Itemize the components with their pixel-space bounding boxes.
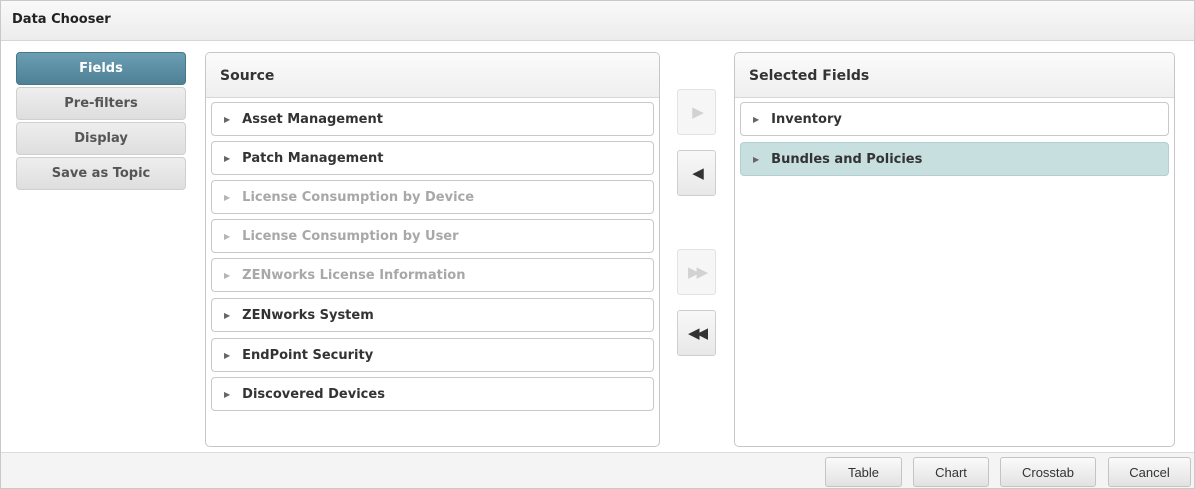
title-bar: Data Chooser (1, 1, 1194, 41)
nav-display[interactable]: Display (16, 122, 186, 155)
source-item-label: Patch Management (242, 150, 384, 166)
source-item-patch-management[interactable]: ▶ Patch Management (211, 141, 654, 175)
selected-item-label: Inventory (771, 111, 842, 127)
remove-field-button[interactable]: ◀ (677, 150, 716, 196)
source-item-label: ZENworks System (242, 307, 374, 323)
source-item-label: License Consumption by User (242, 228, 459, 244)
source-item-endpoint-security[interactable]: ▶ EndPoint Security (211, 338, 654, 372)
data-chooser-dialog: Data Chooser Fields Pre-filters Display … (0, 0, 1195, 489)
source-header: Source (206, 53, 659, 98)
expand-triangle-icon: ▶ (224, 350, 231, 360)
source-item-asset-management[interactable]: ▶ Asset Management (211, 102, 654, 136)
expand-triangle-icon: ▶ (224, 389, 231, 399)
source-item-label: Discovered Devices (242, 386, 385, 402)
source-item-license-consumption-device: ▶ License Consumption by Device (211, 180, 654, 214)
selected-fields-panel: Selected Fields ▶ Inventory ▶ Bundles an… (734, 52, 1175, 447)
selected-item-bundles-and-policies[interactable]: ▶ Bundles and Policies (740, 142, 1169, 176)
chart-button[interactable]: Chart (913, 457, 989, 487)
expand-triangle-icon: ▶ (224, 231, 231, 241)
arrow-left-icon: ◀ (692, 164, 703, 182)
expand-triangle-icon: ▶ (224, 153, 231, 163)
add-field-button[interactable]: ▶ (677, 89, 716, 135)
nav-pre-filters[interactable]: Pre-filters (16, 87, 186, 120)
source-item-zenworks-system[interactable]: ▶ ZENworks System (211, 298, 654, 332)
expand-triangle-icon: ▶ (753, 154, 760, 164)
expand-triangle-icon: ▶ (224, 192, 231, 202)
nav-save-as-topic[interactable]: Save as Topic (16, 157, 186, 190)
source-item-label: EndPoint Security (242, 347, 374, 363)
source-item-discovered-devices[interactable]: ▶ Discovered Devices (211, 377, 654, 411)
source-item-label: License Consumption by Device (242, 189, 475, 205)
cancel-button[interactable]: Cancel (1108, 457, 1191, 487)
source-item-label: Asset Management (242, 111, 383, 127)
selected-item-label: Bundles and Policies (771, 151, 923, 167)
selected-fields-header: Selected Fields (735, 53, 1174, 98)
double-arrow-right-icon: ▶▶ (687, 263, 708, 281)
selected-item-inventory[interactable]: ▶ Inventory (740, 102, 1169, 136)
expand-triangle-icon: ▶ (224, 114, 231, 124)
expand-triangle-icon: ▶ (224, 310, 231, 320)
expand-triangle-icon: ▶ (753, 114, 760, 124)
double-arrow-left-icon: ◀◀ (687, 324, 708, 342)
source-panel: Source ▶ Asset Management ▶ Patch Manage… (205, 52, 660, 447)
arrow-right-icon: ▶ (692, 103, 703, 121)
remove-all-fields-button[interactable]: ◀◀ (677, 310, 716, 356)
source-item-zenworks-license-information: ▶ ZENworks License Information (211, 258, 654, 292)
crosstab-button[interactable]: Crosstab (1000, 457, 1096, 487)
source-item-license-consumption-user: ▶ License Consumption by User (211, 219, 654, 253)
table-button[interactable]: Table (825, 457, 902, 487)
source-item-label: ZENworks License Information (242, 267, 466, 283)
dialog-title: Data Chooser (12, 12, 111, 27)
expand-triangle-icon: ▶ (224, 270, 231, 280)
nav-fields[interactable]: Fields (16, 52, 186, 85)
add-all-fields-button[interactable]: ▶▶ (677, 249, 716, 295)
